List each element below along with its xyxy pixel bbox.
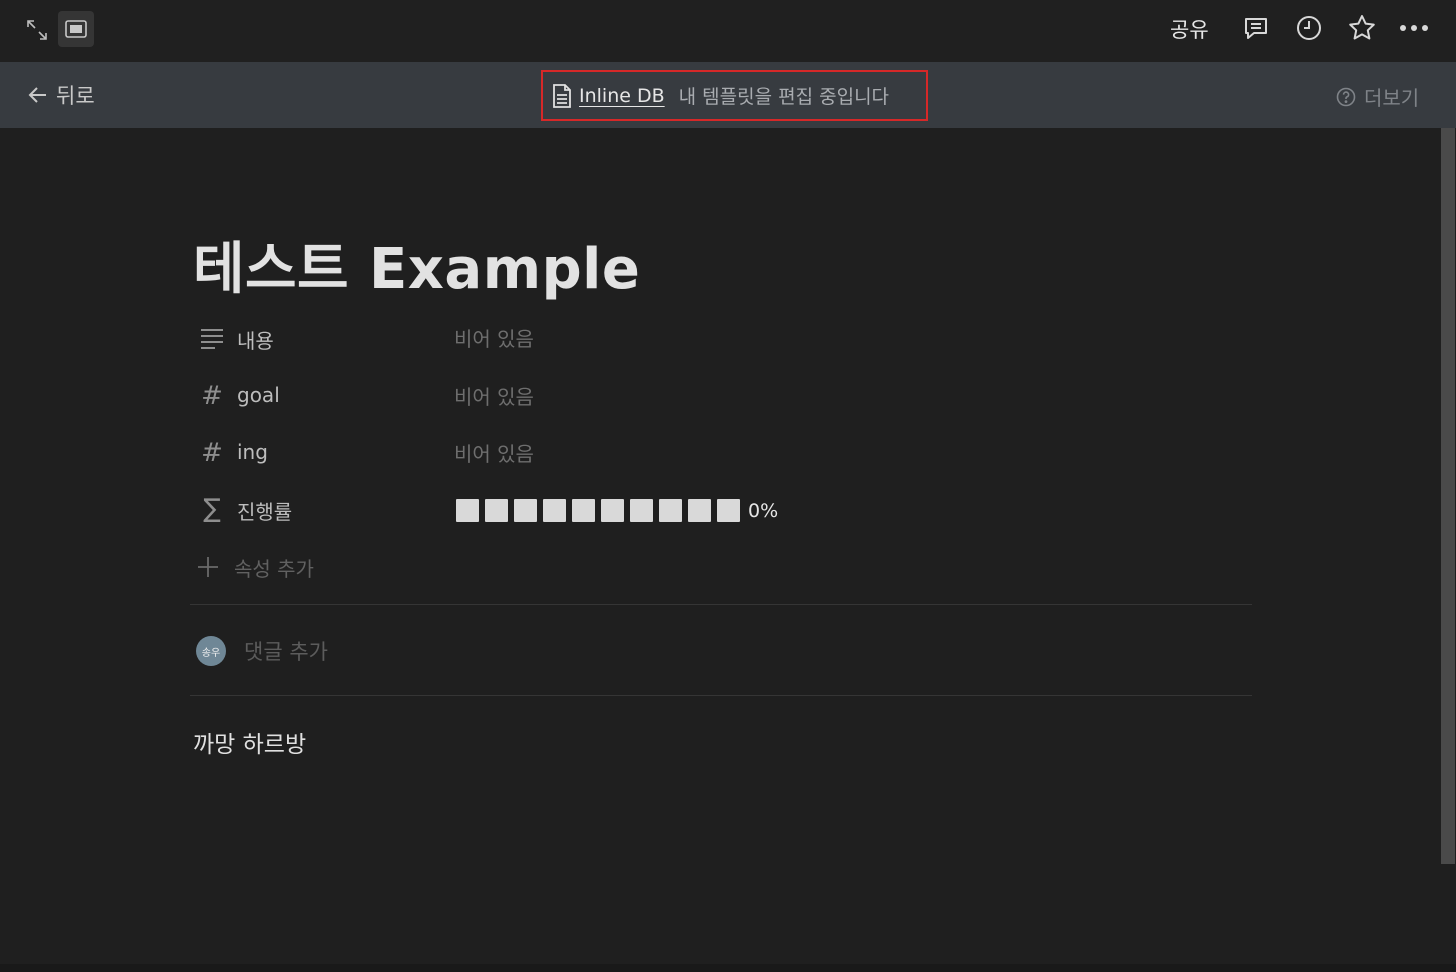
arrow-left-icon	[28, 87, 46, 103]
property-name: goal	[237, 383, 280, 407]
progress-square	[456, 499, 479, 522]
property-name: ing	[237, 440, 268, 464]
add-property-button[interactable]: 속성 추가	[196, 550, 314, 584]
progress-square	[543, 499, 566, 522]
property-value-empty[interactable]: 비어 있음	[454, 438, 534, 467]
progress-percent: 0%	[748, 499, 779, 522]
progress-square	[572, 499, 595, 522]
more-help-button[interactable]: 더보기	[1336, 82, 1419, 111]
clock-icon[interactable]	[1291, 10, 1327, 46]
progress-square	[717, 499, 740, 522]
property-row-progress[interactable]: ∑ 진행률 0%	[196, 489, 1096, 529]
comment-icon[interactable]	[1238, 10, 1274, 46]
progress-square	[659, 499, 682, 522]
avatar: 송우	[196, 636, 226, 666]
property-name: 내용	[237, 329, 274, 353]
more-icon[interactable]	[1396, 10, 1432, 46]
template-edit-message: 내 템플릿을 편집 중입니다	[678, 86, 890, 108]
number-hash-icon: #	[201, 381, 223, 411]
divider	[190, 695, 1252, 696]
progress-bar: 0%	[456, 499, 778, 522]
property-name: 진행률	[237, 500, 293, 524]
peek-mode-icon[interactable]	[58, 11, 94, 47]
window-bottom-edge	[0, 964, 1456, 972]
page-body-text[interactable]: 까망 하르방	[193, 725, 306, 759]
comment-input[interactable]: 댓글 추가	[244, 636, 328, 666]
progress-square	[601, 499, 624, 522]
expand-icon[interactable]	[20, 13, 54, 47]
template-banner: 뒤로 Inline DB 내 템플릿을 편집 중입니다 더보기	[0, 62, 1456, 128]
progress-squares	[456, 499, 740, 522]
divider	[190, 604, 1252, 605]
template-info-highlight: Inline DB 내 템플릿을 편집 중입니다	[541, 70, 928, 121]
page-title[interactable]: 테스트 Example	[193, 224, 640, 305]
progress-square	[630, 499, 653, 522]
progress-square	[688, 499, 711, 522]
top-bar: 공유	[0, 0, 1456, 62]
star-icon[interactable]	[1344, 10, 1380, 46]
progress-square	[514, 499, 537, 522]
database-link[interactable]: Inline DB	[579, 85, 665, 107]
property-value-empty[interactable]: 비어 있음	[454, 381, 534, 410]
back-label: 뒤로	[56, 84, 95, 108]
property-row-ing[interactable]: # ing 비어 있음	[196, 433, 1096, 473]
number-hash-icon: #	[201, 438, 223, 468]
back-button[interactable]: 뒤로	[26, 80, 95, 110]
page-icon	[553, 83, 571, 108]
progress-square	[485, 499, 508, 522]
property-value-empty[interactable]: 비어 있음	[454, 323, 534, 352]
sigma-formula-icon: ∑	[203, 494, 221, 524]
share-button[interactable]: 공유	[1170, 14, 1209, 44]
help-circle-icon	[1336, 87, 1356, 106]
comment-row: 송우 댓글 추가	[196, 636, 328, 666]
more-help-label: 더보기	[1364, 86, 1420, 110]
plus-icon	[198, 557, 218, 577]
add-property-label: 속성 추가	[234, 556, 314, 581]
scrollbar-thumb[interactable]	[1441, 128, 1455, 864]
property-row-goal[interactable]: # goal 비어 있음	[196, 376, 1096, 416]
property-row-content[interactable]: 내용 비어 있음	[196, 318, 1096, 358]
text-lines-icon	[196, 322, 228, 354]
